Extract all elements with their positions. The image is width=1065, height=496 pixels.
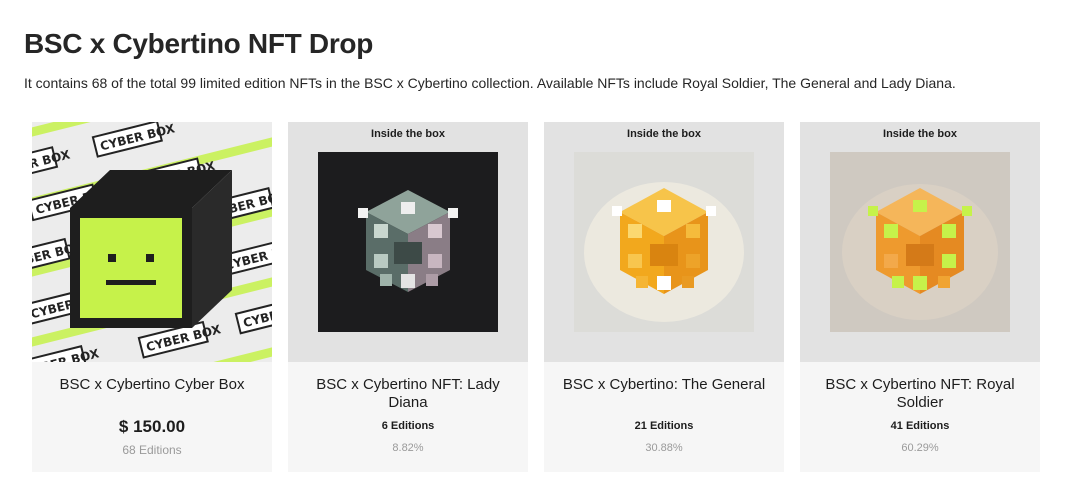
product-card-cyber-box[interactable]: CYBER BOX CYBER BOX CYBER BOX CYBER BOX … (32, 122, 272, 472)
the-general-cube-image (574, 152, 754, 332)
page-description: It contains 68 of the total 99 limited e… (24, 75, 956, 91)
product-price: $ 150.00 (118, 417, 186, 436)
product-media[interactable]: CYBER BOX CYBER BOX CYBER BOX CYBER BOX … (32, 122, 272, 362)
product-name[interactable]: BSC x Cybertino NFT: Royal Soldier (810, 376, 1030, 412)
inside-the-box-label: Inside the box (371, 128, 445, 140)
product-card-lady-diana[interactable]: Inside the box BSC x Cybertino NFT: Lady… (288, 122, 528, 472)
editions-count: 41 Editions (890, 420, 950, 432)
product-name[interactable]: BSC x Cybertino Cyber Box (42, 376, 262, 394)
editions-count: 21 Editions (634, 420, 694, 432)
editions-percent: 30.88% (645, 442, 683, 454)
editions-percent: 8.82% (392, 442, 424, 454)
cyber-box-image: CYBER BOX CYBER BOX CYBER BOX CYBER BOX … (32, 122, 272, 362)
page-title: BSC x Cybertino NFT Drop (24, 28, 374, 59)
product-media[interactable]: Inside the box (800, 122, 1040, 362)
product-card-royal-soldier[interactable]: Inside the box BSC x Cybertino NFT: Roya… (800, 122, 1040, 472)
editions-count: 68 Editions (122, 443, 182, 457)
product-card-the-general[interactable]: Inside the box BSC x Cybertino: The Gene… (544, 122, 784, 472)
product-name[interactable]: BSC x Cybertino NFT: Lady Diana (298, 376, 518, 412)
inside-the-box-label: Inside the box (627, 128, 701, 140)
lady-diana-cube-image (318, 152, 498, 332)
product-media[interactable]: Inside the box (288, 122, 528, 362)
cube-character-icon (70, 170, 232, 328)
editions-percent: 60.29% (901, 442, 939, 454)
product-media[interactable]: Inside the box (544, 122, 784, 362)
inside-the-box-label: Inside the box (883, 128, 957, 140)
editions-count: 6 Editions (381, 420, 435, 432)
product-name[interactable]: BSC x Cybertino: The General (554, 376, 774, 394)
royal-soldier-cube-image (830, 152, 1010, 332)
